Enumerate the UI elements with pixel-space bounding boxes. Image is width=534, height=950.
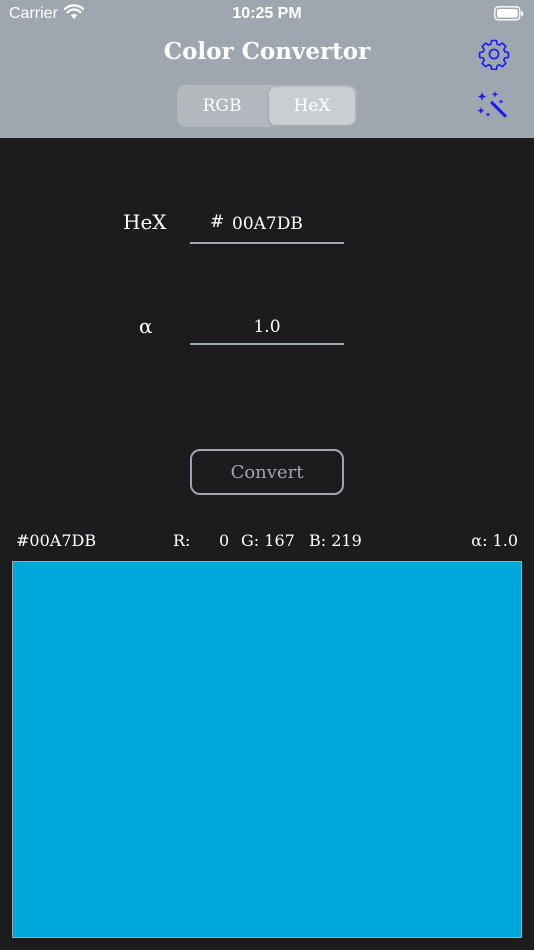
blue-readout: B: 219	[309, 531, 362, 550]
format-segmented-control: RGB HeX	[177, 85, 357, 127]
hash-prefix: #	[210, 212, 225, 232]
red-label: R:	[173, 531, 191, 550]
gear-icon[interactable]	[478, 38, 510, 74]
alpha-readout: α: 1.0	[471, 531, 518, 550]
red-value: 0	[219, 531, 230, 550]
page-title: Color Convertor	[163, 38, 371, 65]
alpha-label: α	[139, 314, 153, 338]
alpha-input[interactable]	[190, 311, 344, 345]
hex-readout: #00A7DB	[16, 531, 97, 550]
hex-label: HeX	[123, 210, 167, 234]
battery-icon	[494, 6, 524, 26]
segment-hex[interactable]: HeX	[269, 87, 355, 125]
clock: 10:25 PM	[232, 5, 302, 22]
magic-wand-icon[interactable]	[476, 90, 510, 126]
convert-button[interactable]: Convert	[190, 449, 344, 495]
color-swatch	[12, 561, 522, 938]
status-bar: Carrier 10:25 PM	[0, 0, 534, 30]
hex-field: #	[190, 208, 344, 244]
hex-input[interactable]	[230, 210, 342, 238]
green-readout: G: 167	[241, 531, 295, 550]
segment-rgb[interactable]: RGB	[179, 87, 265, 125]
color-info-row: #00A7DB R: 0 G: 167 B: 219 α: 1.0	[0, 531, 534, 555]
